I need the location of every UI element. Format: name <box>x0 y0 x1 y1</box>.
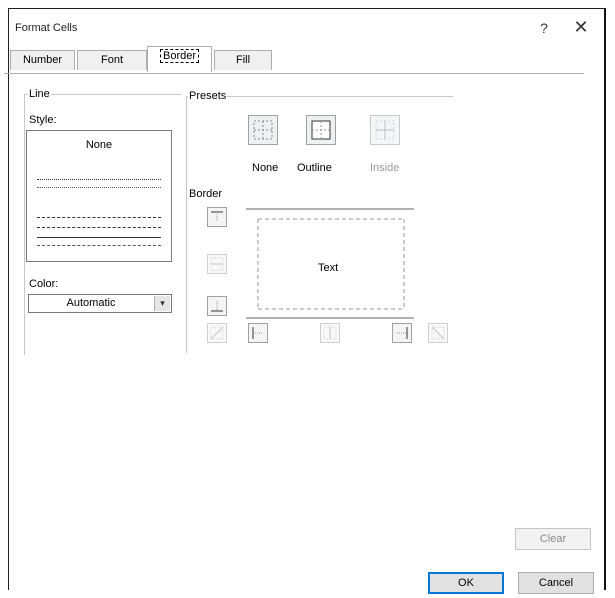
line-style-dashed[interactable] <box>37 227 161 228</box>
line-style-dotted[interactable] <box>37 179 161 180</box>
tab-divider <box>4 73 584 74</box>
line-style-hair[interactable] <box>37 187 161 188</box>
border-inside-vertical-button[interactable] <box>320 323 340 343</box>
border-inside-horizontal-icon <box>210 257 224 271</box>
diagonal-up-icon <box>210 326 224 340</box>
preset-outline-button[interactable] <box>306 115 336 145</box>
border-right-button[interactable] <box>392 323 412 343</box>
diagonal-down-icon <box>431 326 445 340</box>
preset-outline-icon <box>311 120 331 140</box>
preset-inside-label: Inside <box>370 162 400 174</box>
tab-font[interactable]: Font <box>77 50 147 70</box>
border-bottom-icon <box>211 301 223 312</box>
color-dropdown-value: Automatic <box>66 297 116 309</box>
chevron-down-icon[interactable]: ▾ <box>154 296 170 311</box>
tab-strip: Number Font Border Fill <box>4 46 607 72</box>
line-style-dash-dot[interactable] <box>37 217 161 218</box>
color-label: Color: <box>28 278 60 290</box>
border-right-icon <box>397 327 408 339</box>
dialog-title: Format Cells <box>15 22 78 34</box>
close-button[interactable]: ✕ <box>572 18 590 36</box>
tab-border-label: Border <box>159 49 200 63</box>
cancel-button[interactable]: Cancel <box>518 572 594 594</box>
title-bar: Format Cells ? ✕ <box>9 9 604 43</box>
clear-button[interactable]: Clear <box>515 528 591 550</box>
tab-font-label: Font <box>100 54 123 66</box>
presets-label: Presets <box>188 90 228 102</box>
border-bottom-button[interactable] <box>207 296 227 316</box>
help-button[interactable]: ? <box>537 20 551 36</box>
border-top-button[interactable] <box>207 207 227 227</box>
border-inside-horizontal-button[interactable] <box>207 254 227 274</box>
style-none-option[interactable]: None <box>27 139 171 151</box>
preset-none-label: None <box>252 162 279 174</box>
preview-text: Text <box>318 262 339 274</box>
border-top-icon <box>211 211 223 222</box>
color-dropdown[interactable]: Automatic ▾ <box>28 294 172 313</box>
ok-button[interactable]: OK <box>428 572 504 594</box>
border-left-icon <box>252 327 263 339</box>
border-label: Border <box>188 188 224 200</box>
border-left-button[interactable] <box>248 323 268 343</box>
tab-fill[interactable]: Fill <box>214 50 272 70</box>
preset-none-button[interactable] <box>248 115 278 145</box>
preset-none-icon <box>253 120 273 140</box>
tab-number[interactable]: Number <box>10 50 75 70</box>
border-diagonal-up-button[interactable] <box>207 323 227 343</box>
tab-border[interactable]: Border <box>147 46 212 72</box>
preset-outline-label: Outline <box>297 162 332 174</box>
preset-inside-button[interactable] <box>370 115 400 145</box>
line-style-list[interactable]: None <box>26 130 172 262</box>
line-group-label: Line <box>28 88 51 100</box>
tab-fill-label: Fill <box>235 54 251 66</box>
tab-number-label: Number <box>22 54 63 66</box>
style-label: Style: <box>28 114 58 126</box>
line-style-medium-dashed[interactable] <box>37 245 161 246</box>
border-inside-vertical-icon <box>323 326 337 340</box>
line-style-thin[interactable] <box>37 237 161 238</box>
border-diagonal-down-button[interactable] <box>428 323 448 343</box>
preset-inside-icon <box>375 120 395 140</box>
